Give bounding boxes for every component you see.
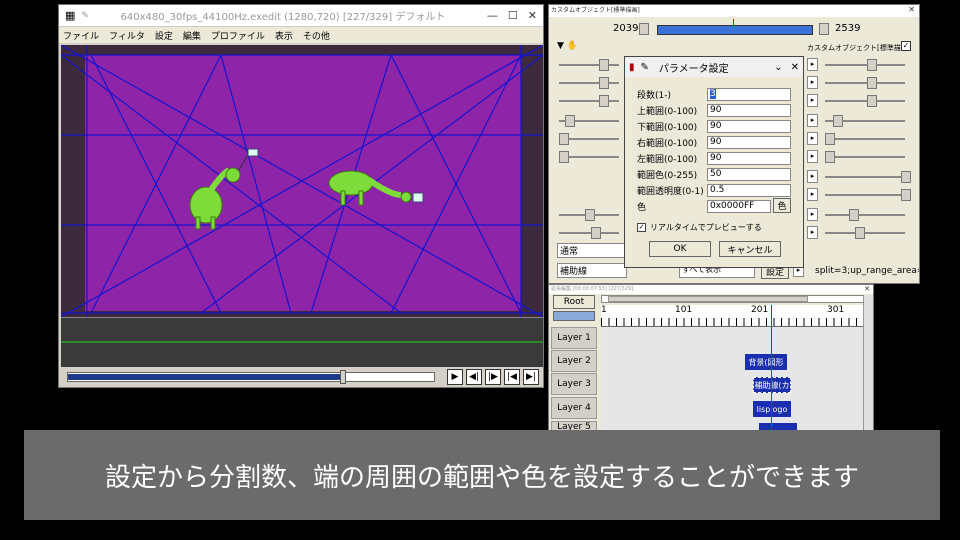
ruler-label-101: 101 [675, 305, 693, 315]
menu-view[interactable]: 表示 [275, 29, 293, 42]
time-ruler[interactable]: 1 101 201 301 [601, 305, 863, 327]
clip-background[interactable]: 背景(図形 [745, 354, 787, 370]
parameter-dialog: ▮ ✎ パラメータ設定 ⌄ ✕ 段数(1-) 3 上範囲(0-100) 90 下範囲… [624, 56, 804, 268]
field-range-color: 範囲色(0-255) 50 [637, 167, 791, 181]
timeline-hscroll[interactable] [601, 295, 869, 303]
layer-1-label[interactable]: Layer 1 [551, 327, 597, 349]
timeline-window: 拡張編集 [00:00:07.53] [227/329] ✕ Root 1 10… [548, 284, 874, 435]
cancel-button[interactable]: キャンセル [719, 241, 781, 257]
field-top-range: 上範囲(0-100) 90 [637, 103, 791, 117]
clip-guide-lines[interactable]: 補助線(カ [753, 377, 791, 393]
main-titlebar: ▦ ✎ 640x480_30fps_44100Hz.exedit (1280,7… [59, 5, 543, 27]
custom-object-checkbox[interactable]: ✓ [901, 41, 911, 51]
frame-range-bar[interactable] [657, 25, 813, 35]
realtime-checkbox[interactable]: ✓ [637, 223, 646, 232]
ok-button[interactable]: OK [649, 241, 711, 257]
ruler-label-1: 1 [601, 305, 607, 315]
first-frame-icon[interactable]: |◀ [504, 369, 520, 385]
menu-file[interactable]: ファイル [63, 29, 99, 42]
object-title: カスタムオブジェクト[標準描画] [551, 7, 640, 14]
field-left-range: 左範囲(0-100) 90 [637, 151, 791, 165]
transport-bar: ▶ ◀| |▶ |◀ ▶| [61, 367, 543, 387]
zoom-bar[interactable] [553, 311, 595, 321]
close-button[interactable]: ✕ [528, 9, 537, 22]
realtime-preview-row: ✓ リアルタイムでプレビューする [637, 222, 762, 233]
param-titlebar: ▮ ✎ パラメータ設定 ⌄ ✕ [625, 57, 803, 77]
prev-frame-icon[interactable]: ◀| [466, 369, 482, 385]
field-bottom-range: 下範囲(0-100) 90 [637, 119, 791, 133]
menu-edit[interactable]: 編集 [183, 29, 201, 42]
frame-start-spin[interactable] [639, 23, 649, 35]
param-dialog-title: パラメータ設定 [658, 63, 729, 75]
timeline-vscroll[interactable] [863, 295, 873, 433]
param-close-button[interactable]: ✕ [791, 62, 799, 73]
slider-fill [68, 374, 343, 380]
layer-2-label[interactable]: Layer 2 [551, 350, 597, 372]
animation-select[interactable]: 補助線 [557, 263, 627, 278]
root-button[interactable]: Root [553, 295, 595, 309]
timeline-tracks[interactable] [601, 327, 863, 435]
video-preview[interactable] [61, 45, 543, 317]
next-frame-icon[interactable]: |▶ [485, 369, 501, 385]
field-steps: 段数(1-) 3 [637, 87, 791, 101]
field-right-range: 右範囲(0-100) 90 [637, 135, 791, 149]
ruler-label-301: 301 [827, 305, 845, 315]
timeline-title: 拡張編集 [00:00:07.53] [227/329] [551, 286, 634, 292]
clip-lisplogo[interactable]: lisplogo [753, 401, 791, 417]
minimize-button[interactable]: — [487, 9, 498, 22]
timeline-titlebar: 拡張編集 [00:00:07.53] [227/329] ✕ [549, 285, 873, 294]
object-close-button[interactable]: ✕ [908, 5, 915, 17]
menu-profile[interactable]: プロファイル [211, 29, 265, 42]
layer-3-label[interactable]: Layer 3 [551, 373, 597, 395]
frame-end-spin[interactable] [819, 23, 829, 35]
playhead[interactable] [771, 305, 772, 435]
menu-bar: ファイル フィルタ 設定 編集 プロファイル 表示 その他 [59, 27, 543, 43]
last-frame-icon[interactable]: ▶| [523, 369, 539, 385]
app-icon: ▦ [65, 9, 76, 22]
menu-filter[interactable]: フィルタ [109, 29, 145, 42]
play-icon[interactable]: ▶ [447, 369, 463, 385]
window-title: 640x480_30fps_44100Hz.exedit (1280,720) … [120, 12, 446, 23]
blend-mode-select[interactable]: 通常 [557, 243, 627, 258]
menu-settings[interactable]: 設定 [155, 29, 173, 42]
audio-line [61, 341, 543, 343]
layer-4-label[interactable]: Layer 4 [551, 397, 597, 419]
timeline-close-button[interactable]: ✕ [864, 285, 870, 294]
frame-end: 2539 [835, 23, 861, 34]
collapse-icon[interactable]: ▼ ✋ [557, 41, 578, 51]
menu-other[interactable]: その他 [303, 29, 330, 42]
realtime-label: リアルタイムでプレビューする [650, 223, 762, 232]
seek-area[interactable] [61, 317, 543, 367]
preview-canvas [61, 45, 543, 317]
collapse-icon[interactable]: ⌄ [774, 62, 782, 73]
custom-object-label: カスタムオブジェクト[標準描画] [807, 44, 911, 52]
field-color: 色 0x0000FF [637, 199, 771, 213]
main-window: ▦ ✎ 640x480_30fps_44100Hz.exedit (1280,7… [58, 4, 544, 388]
pin-icon[interactable]: ✎ [641, 62, 649, 73]
frame-start: 2039 [613, 23, 639, 34]
color-picker-button[interactable]: 色 [773, 198, 791, 213]
slider-thumb[interactable] [339, 370, 346, 384]
object-titlebar: カスタムオブジェクト[標準描画] ✕ [549, 5, 919, 17]
field-range-opacity: 範囲透明度(0-1) 0.5 [637, 183, 791, 197]
app-icon: ▮ [629, 61, 635, 73]
param-text: split=3;up_range_area=9 [815, 266, 919, 276]
pin-icon[interactable]: ✎ [81, 11, 89, 21]
subtitle-caption: 設定から分割数、端の周囲の範囲や色を設定することができます [24, 430, 940, 520]
maximize-button[interactable]: ☐ [508, 9, 518, 22]
ruler-label-201: 201 [751, 305, 769, 315]
frame-cursor [733, 19, 734, 27]
timeline-slider[interactable] [67, 370, 435, 384]
